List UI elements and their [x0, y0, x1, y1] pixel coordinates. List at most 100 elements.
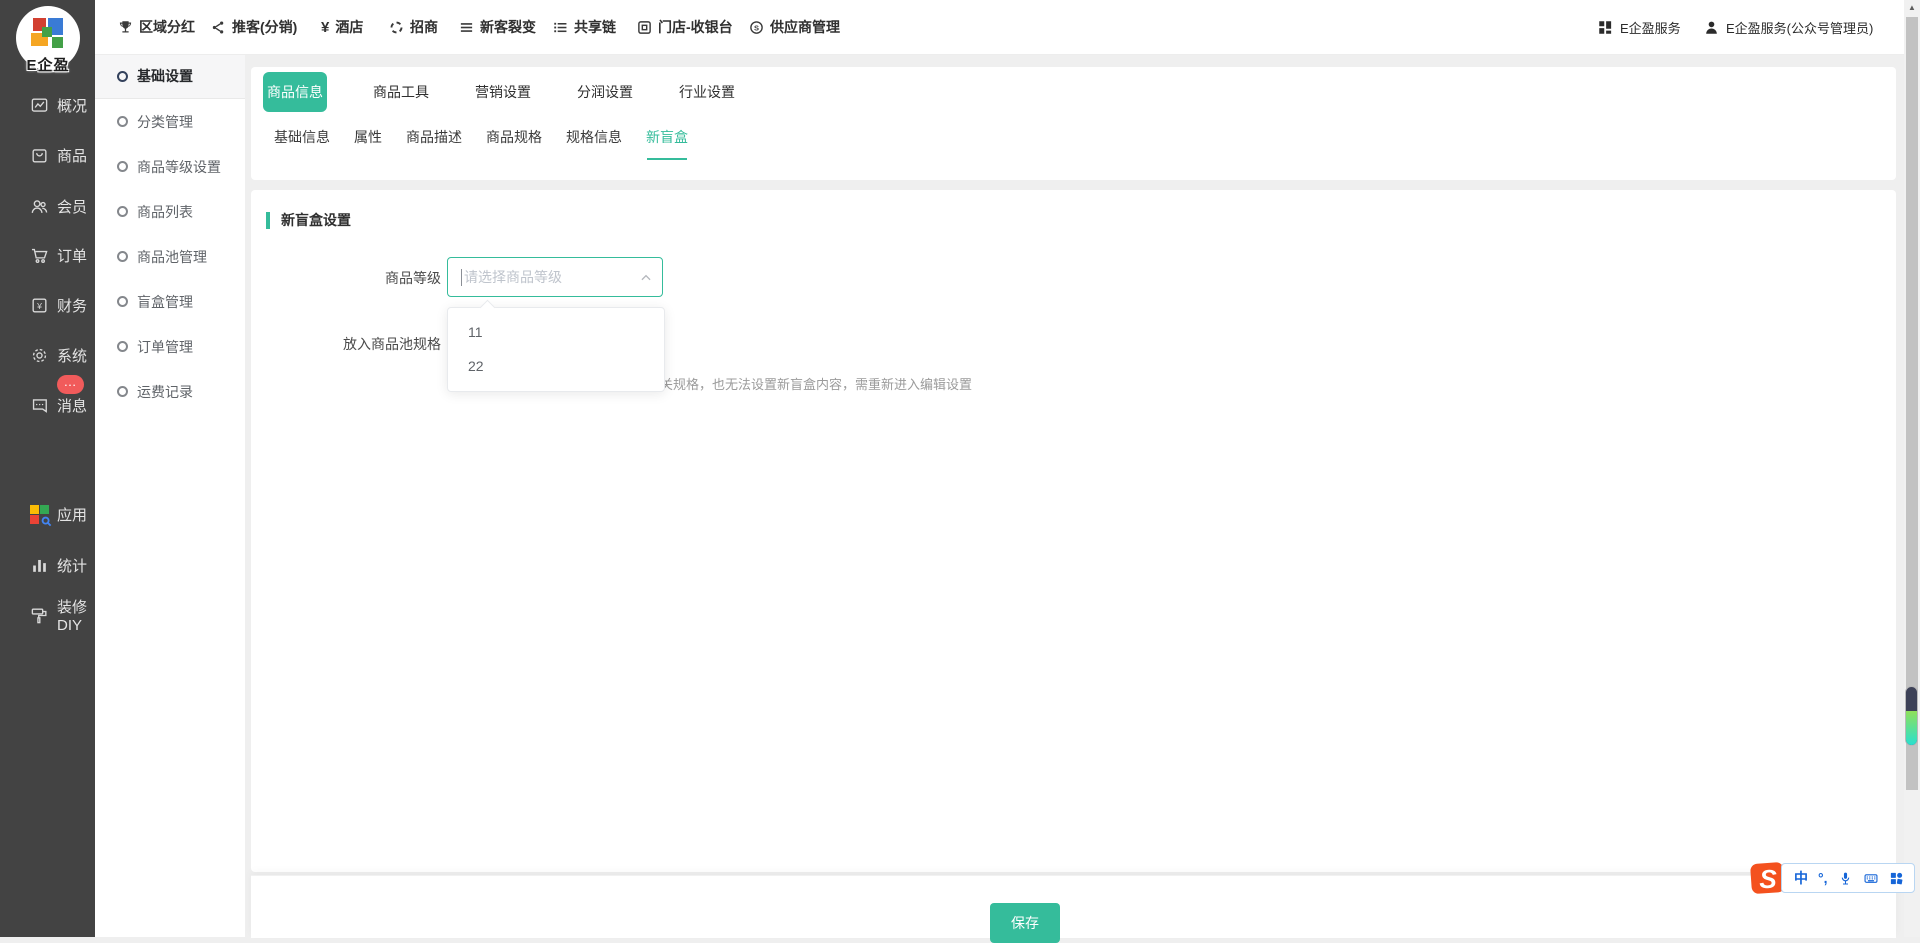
stats-icon: [30, 556, 49, 575]
pool-spec-label: 放入商品池规格: [251, 334, 441, 354]
finance-icon: ¥: [30, 296, 49, 315]
message-icon: [30, 396, 49, 415]
topbar-service-menu[interactable]: E企盈服务: [1598, 0, 1681, 54]
scroll-progress-widget[interactable]: [1905, 686, 1918, 746]
circle-icon: [117, 296, 128, 307]
app-logo: E企盈: [16, 6, 80, 70]
bars-icon: [459, 20, 474, 35]
topnav-item-hotel[interactable]: ¥ 酒店: [321, 0, 363, 54]
supplier-icon: S: [749, 20, 764, 35]
ime-mode-toggle[interactable]: 中: [1794, 868, 1808, 888]
subtab-new-blindbox[interactable]: 新盲盒: [646, 121, 688, 153]
subtab-specs[interactable]: 商品规格: [486, 121, 542, 153]
tab-goods-info[interactable]: 商品信息: [263, 72, 327, 112]
submenu-item-freight[interactable]: 运费记录: [95, 369, 245, 414]
circle-icon: [117, 341, 128, 352]
tab-profit-sharing[interactable]: 分润设置: [577, 72, 633, 112]
topnav-item-region-bonus[interactable]: 区域分红: [118, 0, 195, 54]
submenu-item-goods-level[interactable]: 商品等级设置: [95, 144, 245, 189]
sidebar-item-label: 商品: [57, 145, 87, 166]
tab-marketing[interactable]: 营销设置: [475, 72, 531, 112]
sidebar-item-label: 概况: [57, 95, 87, 116]
main-tabs: 商品信息 商品工具 营销设置 分润设置 行业设置: [251, 67, 1896, 112]
topnav-label: 招商: [410, 17, 438, 37]
submenu-label: 订单管理: [137, 337, 193, 357]
submenu-item-blindbox[interactable]: 盲盒管理: [95, 279, 245, 324]
sidebar-item-overview[interactable]: 概况: [0, 85, 95, 125]
goods-icon: [30, 146, 49, 165]
ime-punct-toggle[interactable]: °,: [1818, 870, 1828, 886]
microphone-icon[interactable]: [1838, 871, 1853, 886]
ime-toolbar: S 中 °,: [1749, 860, 1915, 896]
save-bar: 保存: [251, 875, 1896, 938]
dropdown-option[interactable]: 22: [448, 349, 664, 383]
pool-spec-hint: 关规格，也无法设置新盲盒内容，需重新进入编辑设置: [660, 374, 972, 393]
section-accent-bar: [266, 212, 270, 229]
service-label: E企盈服务: [1620, 18, 1681, 37]
goods-level-select[interactable]: 请选择商品等级: [447, 257, 663, 297]
subtab-attributes[interactable]: 属性: [354, 121, 382, 153]
submenu-label: 商品列表: [137, 202, 193, 222]
circle-icon: [117, 161, 128, 172]
topnav-label: 门店-收银台: [658, 17, 733, 37]
sidebar-item-stats[interactable]: 统计: [0, 545, 95, 585]
scroll-progress-gradient: [1906, 711, 1917, 745]
sidebar-item-diy[interactable]: 装修DIY: [0, 595, 95, 635]
save-button[interactable]: 保存: [990, 903, 1060, 943]
topnav-label: 新客裂变: [480, 17, 536, 37]
dropdown-option[interactable]: 11: [448, 315, 664, 349]
sidebar-item-label: 装修DIY: [57, 596, 95, 634]
submenu-label: 运费记录: [137, 382, 193, 402]
topbar-account-menu[interactable]: E企盈服务(公众号管理员): [1704, 0, 1873, 54]
keyboard-icon[interactable]: [1863, 871, 1879, 886]
topnav-item-fission[interactable]: 新客裂变: [459, 0, 536, 54]
overview-icon: [30, 96, 49, 115]
tab-industry[interactable]: 行业设置: [679, 72, 735, 112]
app-window: 区域分红 推客(分销) ¥ 酒店 招商 新客裂变 共享链 门店-收银台 S 供应…: [0, 0, 1920, 937]
circle-icon: [117, 116, 128, 127]
submenu-label: 分类管理: [137, 112, 193, 132]
topnav-label: 供应商管理: [770, 17, 840, 37]
topnav-item-recruit[interactable]: 招商: [389, 0, 438, 54]
sidebar-item-orders[interactable]: 订单: [0, 235, 95, 275]
topnav-item-supplier[interactable]: S 供应商管理: [749, 0, 840, 54]
submenu-item-goods-pool[interactable]: 商品池管理: [95, 234, 245, 279]
sidebar-item-finance[interactable]: ¥ 财务: [0, 285, 95, 325]
magnifier-icon: [41, 516, 50, 525]
submenu-item-basic-settings[interactable]: 基础设置: [95, 54, 245, 99]
topnav-item-distribution[interactable]: 推客(分销): [211, 0, 297, 54]
goods-level-dropdown: 11 22: [447, 307, 665, 392]
sidebar-item-members[interactable]: 会员: [0, 186, 95, 226]
ime-panel: 中 °,: [1781, 863, 1915, 893]
svg-text:S: S: [1759, 864, 1777, 894]
circle-icon: [117, 386, 128, 397]
sidebar-item-label: 会员: [57, 196, 87, 217]
sidebar-item-system[interactable]: 系统: [0, 335, 95, 375]
sidebar-item-goods[interactable]: 商品: [0, 135, 95, 175]
account-label: E企盈服务(公众号管理员): [1726, 18, 1873, 37]
topnav-item-share-chain[interactable]: 共享链: [553, 0, 616, 54]
topnav-item-store-cashier[interactable]: 门店-收银台: [637, 0, 733, 54]
toolbox-grid-icon[interactable]: [1889, 871, 1904, 886]
scrollbar-up-arrow[interactable]: ▲: [1904, 0, 1920, 16]
circle-icon: [117, 251, 128, 262]
goods-submenu: 基础设置 分类管理 商品等级设置 商品列表 商品池管理 盲盒管理 订单管理 运: [95, 54, 245, 937]
scrollbar-thumb[interactable]: [1906, 17, 1918, 790]
submenu-label: 商品池管理: [137, 247, 207, 267]
circle-icon: [117, 71, 128, 82]
subtab-basic-info[interactable]: 基础信息: [274, 121, 330, 153]
sidebar-item-label: 统计: [57, 555, 87, 576]
sidebar-item-label: 财务: [57, 295, 87, 316]
tab-goods-tools[interactable]: 商品工具: [373, 72, 429, 112]
submenu-item-goods-list[interactable]: 商品列表: [95, 189, 245, 234]
topbar: 区域分红 推客(分销) ¥ 酒店 招商 新客裂变 共享链 门店-收银台 S 供应…: [95, 0, 1920, 55]
subtab-description[interactable]: 商品描述: [406, 121, 462, 153]
submenu-item-category[interactable]: 分类管理: [95, 99, 245, 144]
subtab-spec-info[interactable]: 规格信息: [566, 121, 622, 153]
sidebar-item-apps[interactable]: 应用: [0, 494, 95, 534]
list-icon: [553, 20, 568, 35]
trophy-icon: [118, 20, 133, 35]
submenu-item-order-manage[interactable]: 订单管理: [95, 324, 245, 369]
member-icon: [30, 197, 49, 216]
logo-mark-icon: [29, 16, 67, 54]
